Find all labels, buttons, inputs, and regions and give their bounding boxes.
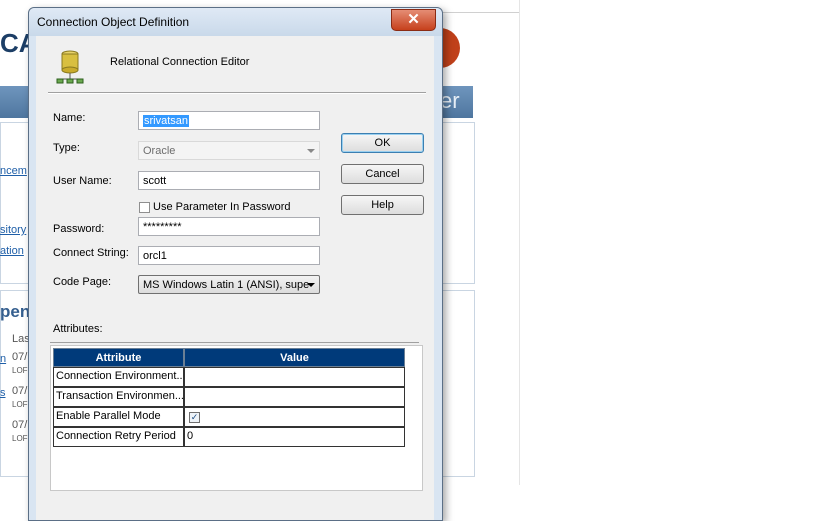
connection-object-dialog: Connection Object Definition ✕ Relationa… bbox=[28, 7, 443, 521]
chevron-down-icon bbox=[307, 283, 315, 287]
user-name-input[interactable]: scott bbox=[138, 171, 320, 190]
user-name-value: scott bbox=[143, 175, 167, 187]
name-value: srivatsan bbox=[143, 115, 190, 127]
grid-header-value[interactable]: Value bbox=[184, 348, 405, 367]
background-divider bbox=[440, 12, 520, 13]
header-separator bbox=[48, 92, 426, 94]
background-link[interactable]: sitory bbox=[0, 224, 26, 236]
connect-string-input[interactable]: orcl1 bbox=[138, 246, 320, 265]
ok-button[interactable]: OK bbox=[341, 133, 424, 153]
attributes-separator bbox=[50, 342, 419, 343]
background-cell: 07/ bbox=[12, 351, 28, 363]
background-row-link[interactable]: s bbox=[0, 387, 6, 399]
type-value: Oracle bbox=[143, 145, 176, 157]
cancel-button[interactable]: Cancel bbox=[341, 164, 424, 184]
table-row[interactable]: Enable Parallel Mode ✓ bbox=[53, 407, 405, 427]
password-input[interactable]: ********* bbox=[138, 217, 320, 236]
table-row[interactable]: Transaction Environmen... bbox=[53, 387, 405, 407]
connect-string-label: Connect String: bbox=[53, 247, 129, 259]
background-row-link[interactable]: n bbox=[0, 353, 6, 365]
background-cell: 07/ bbox=[12, 419, 28, 431]
attribute-value[interactable] bbox=[184, 367, 405, 387]
background-heading: pen bbox=[0, 302, 31, 321]
background-cell: 07/ bbox=[12, 385, 28, 397]
type-label: Type: bbox=[53, 142, 80, 154]
attribute-name: Enable Parallel Mode bbox=[53, 407, 184, 427]
dialog-titlebar[interactable]: Connection Object Definition ✕ bbox=[29, 8, 442, 36]
enable-parallel-mode-checkbox[interactable]: ✓ bbox=[189, 412, 200, 423]
grid-header-attribute[interactable]: Attribute bbox=[53, 348, 184, 367]
name-input[interactable]: srivatsan bbox=[138, 111, 320, 130]
dialog-body: Relational Connection Editor Name: sriva… bbox=[36, 36, 434, 520]
attribute-name: Connection Retry Period bbox=[53, 427, 184, 447]
close-icon: ✕ bbox=[407, 11, 420, 28]
password-label: Password: bbox=[53, 223, 105, 235]
close-button[interactable]: ✕ bbox=[391, 9, 436, 31]
dialog-title: Connection Object Definition bbox=[37, 15, 190, 29]
use-parameter-checkbox[interactable] bbox=[139, 202, 150, 213]
background-link[interactable]: ncem bbox=[0, 165, 27, 177]
table-row[interactable]: Connection Retry Period 0 bbox=[53, 427, 405, 447]
attribute-name: Connection Environment... bbox=[53, 367, 184, 387]
connect-string-value: orcl1 bbox=[143, 250, 167, 262]
attribute-value[interactable]: 0 bbox=[184, 427, 405, 447]
help-button[interactable]: Help bbox=[341, 195, 424, 215]
editor-heading: Relational Connection Editor bbox=[110, 56, 250, 68]
attribute-value[interactable] bbox=[184, 387, 405, 407]
attribute-name: Transaction Environmen... bbox=[53, 387, 184, 407]
code-page-label: Code Page: bbox=[53, 276, 112, 288]
code-page-select[interactable]: MS Windows Latin 1 (ANSI), supe bbox=[138, 275, 320, 294]
chevron-down-icon bbox=[307, 149, 315, 153]
code-page-value: MS Windows Latin 1 (ANSI), supe bbox=[143, 279, 310, 291]
background-edge bbox=[519, 0, 520, 485]
attributes-label: Attributes: bbox=[53, 323, 103, 335]
background-link[interactable]: ation bbox=[0, 245, 24, 257]
user-name-label: User Name: bbox=[53, 175, 112, 187]
database-icon bbox=[56, 50, 84, 84]
use-parameter-label: Use Parameter In Password bbox=[153, 201, 291, 213]
attributes-grid: Attribute Value Connection Environment..… bbox=[50, 345, 423, 491]
attribute-value[interactable]: ✓ bbox=[184, 407, 405, 427]
table-row[interactable]: Connection Environment... bbox=[53, 367, 405, 387]
name-label: Name: bbox=[53, 112, 86, 124]
type-select: Oracle bbox=[138, 141, 320, 160]
password-value: ********* bbox=[143, 221, 182, 233]
